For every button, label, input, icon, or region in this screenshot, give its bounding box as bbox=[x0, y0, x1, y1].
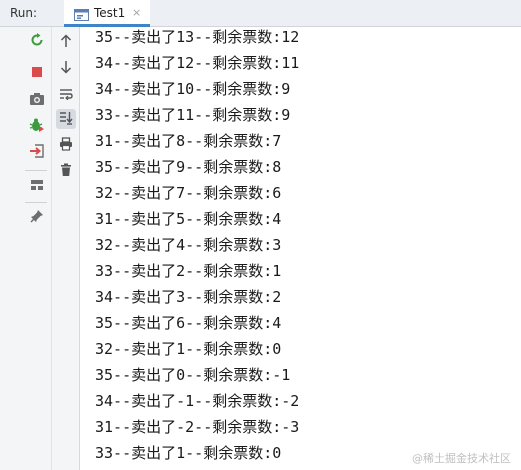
console-output[interactable]: 35--卖出了13--剩余票数:12 34--卖出了12--剩余票数:11 34… bbox=[81, 27, 521, 470]
stop-button[interactable] bbox=[27, 63, 47, 83]
console-line: 35--卖出了9--剩余票数:8 bbox=[95, 158, 282, 176]
run-label: Run: bbox=[10, 6, 38, 20]
arrow-down-icon bbox=[60, 59, 72, 78]
exit-button[interactable] bbox=[27, 143, 47, 163]
clear-all-button[interactable] bbox=[56, 161, 76, 181]
console-line: 32--卖出了1--剩余票数:0 bbox=[95, 340, 282, 358]
console-toolbar bbox=[52, 27, 80, 470]
print-icon bbox=[59, 136, 73, 155]
exit-icon bbox=[29, 143, 45, 163]
rerun-icon bbox=[29, 32, 45, 52]
up-button[interactable] bbox=[56, 32, 76, 52]
rerun-button[interactable] bbox=[27, 32, 47, 52]
trash-icon bbox=[60, 162, 72, 181]
console-line: 32--卖出了7--剩余票数:6 bbox=[95, 184, 282, 202]
run-tab-bar: Run: Test1 × bbox=[0, 0, 521, 27]
console-line: 33--卖出了11--剩余票数:9 bbox=[95, 106, 291, 124]
console-tab-icon bbox=[74, 7, 89, 26]
soft-wrap-button[interactable] bbox=[56, 84, 76, 104]
console-line: 33--卖出了1--剩余票数:0 bbox=[95, 444, 282, 462]
soft-wrap-icon bbox=[59, 85, 73, 104]
tab-test1[interactable]: Test1 × bbox=[64, 0, 150, 27]
pin-button[interactable] bbox=[27, 207, 47, 227]
console-line: 34--卖出了10--剩余票数:9 bbox=[95, 80, 291, 98]
down-button[interactable] bbox=[56, 58, 76, 78]
scroll-to-end-button[interactable] bbox=[56, 109, 76, 129]
console-line: 34--卖出了12--剩余票数:11 bbox=[95, 54, 300, 72]
console-line: 31--卖出了-2--剩余票数:-3 bbox=[95, 418, 300, 436]
console-line: 31--卖出了5--剩余票数:4 bbox=[95, 210, 282, 228]
debug-icon bbox=[29, 117, 45, 137]
toolbar-separator bbox=[25, 202, 47, 203]
print-button[interactable] bbox=[56, 135, 76, 155]
camera-icon bbox=[29, 91, 45, 110]
console-line: 35--卖出了6--剩余票数:4 bbox=[95, 314, 282, 332]
left-toolbar bbox=[0, 27, 52, 470]
close-icon[interactable]: × bbox=[132, 6, 141, 19]
pin-icon bbox=[30, 208, 44, 227]
scroll-to-end-icon bbox=[59, 110, 73, 129]
layout-icon bbox=[30, 176, 44, 195]
console-line: 34--卖出了-1--剩余票数:-2 bbox=[95, 392, 300, 410]
tab-title: Test1 bbox=[94, 6, 126, 20]
layout-button[interactable] bbox=[27, 175, 47, 195]
run-tool-window: Run: Test1 × 35--卖出了13--剩余票数:12 34--卖出了1… bbox=[0, 0, 521, 470]
debug-button[interactable] bbox=[27, 117, 47, 137]
console-line: 32--卖出了4--剩余票数:3 bbox=[95, 236, 282, 254]
console-line: 35--卖出了13--剩余票数:12 bbox=[95, 28, 300, 46]
console-line: 31--卖出了8--剩余票数:7 bbox=[95, 132, 282, 150]
console-line: 33--卖出了2--剩余票数:1 bbox=[95, 262, 282, 280]
watermark: @稀土掘金技术社区 bbox=[412, 452, 511, 465]
dump-threads-button[interactable] bbox=[27, 90, 47, 110]
console-line: 35--卖出了0--剩余票数:-1 bbox=[95, 366, 291, 384]
stop-icon bbox=[30, 64, 44, 83]
toolbar-separator bbox=[25, 170, 47, 171]
arrow-up-icon bbox=[60, 33, 72, 52]
console-line: 34--卖出了3--剩余票数:2 bbox=[95, 288, 282, 306]
